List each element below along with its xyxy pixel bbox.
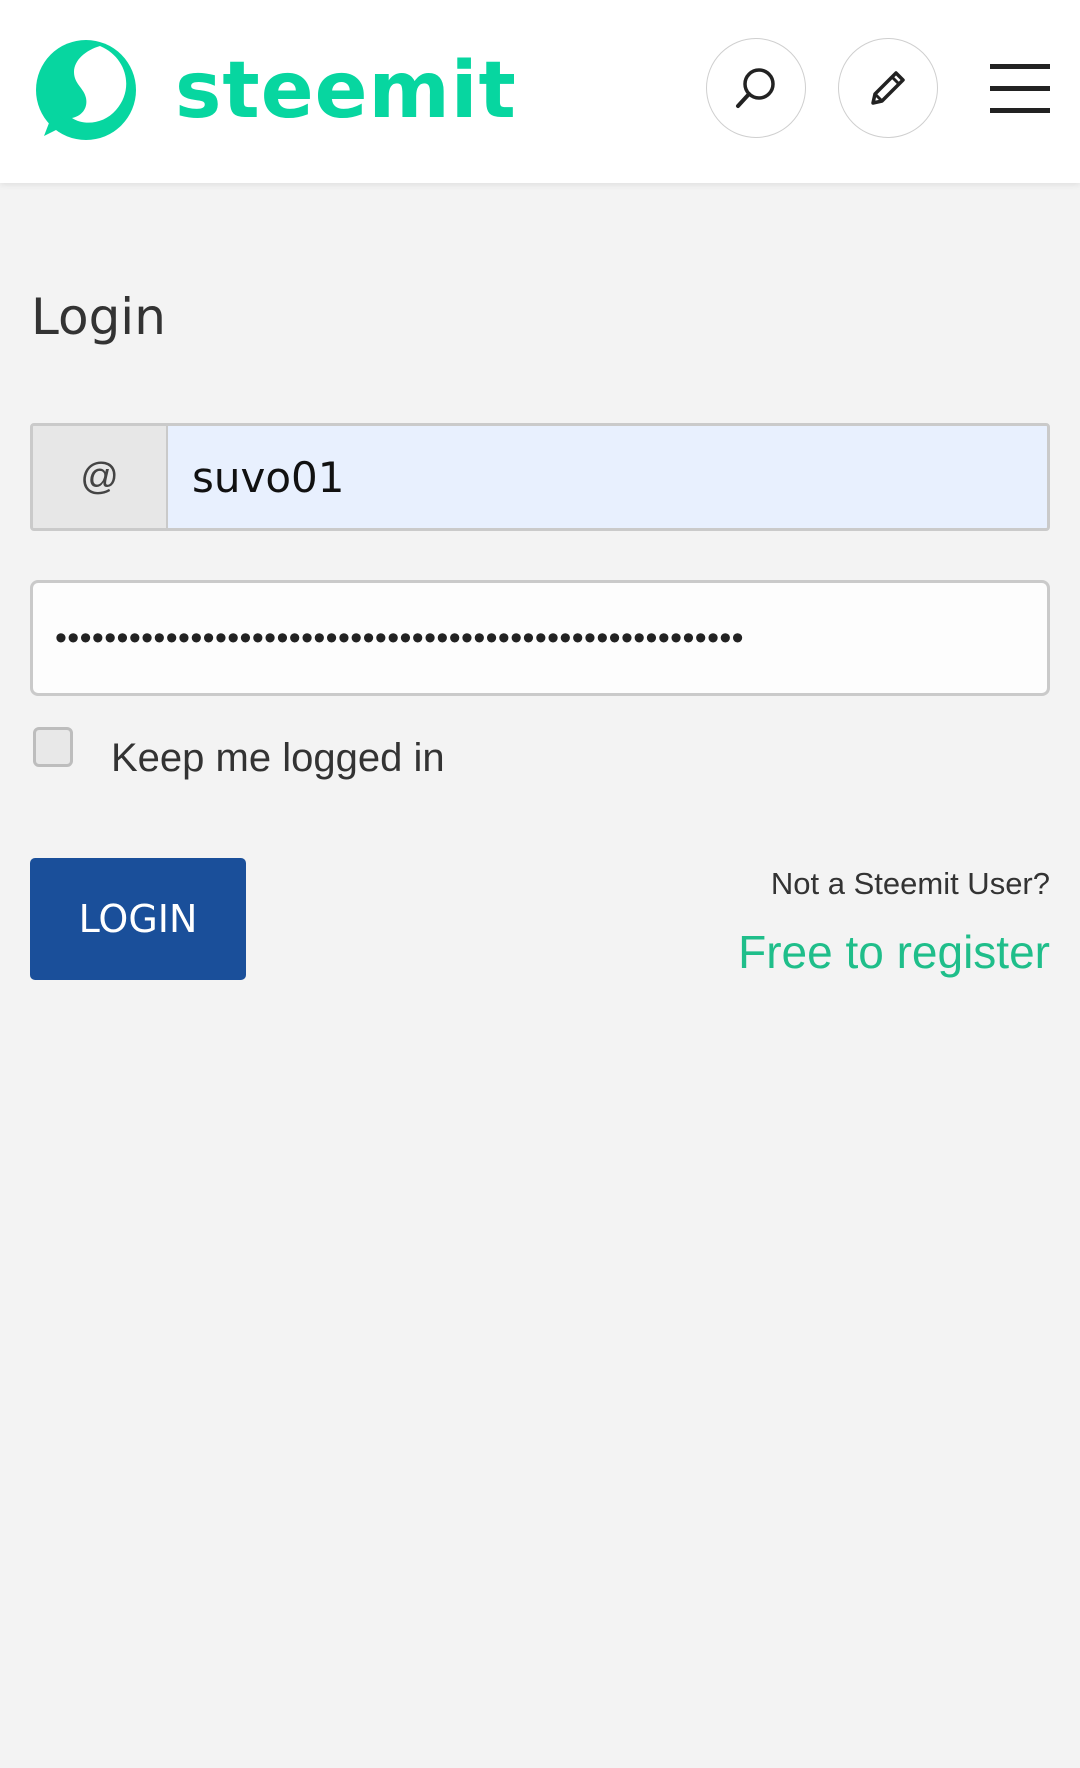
- page-title: Login: [31, 288, 166, 346]
- top-header: steemit: [0, 0, 1080, 183]
- logo-wordmark[interactable]: steemit: [175, 36, 517, 146]
- compose-post-button[interactable]: [838, 38, 938, 138]
- keep-logged-in-checkbox[interactable]: [33, 727, 73, 767]
- at-prefix-label: @: [33, 426, 168, 528]
- search-icon: [736, 68, 775, 108]
- keep-logged-in-label[interactable]: Keep me logged in: [111, 733, 445, 783]
- steemit-logo-icon[interactable]: [28, 32, 144, 148]
- register-prompt-text: Not a Steemit User?: [770, 866, 1050, 901]
- register-link[interactable]: Free to register: [738, 922, 1050, 982]
- username-field-group: @: [30, 423, 1050, 531]
- search-button[interactable]: [706, 38, 806, 138]
- hamburger-menu-icon[interactable]: [985, 55, 1051, 121]
- pencil-icon: [871, 71, 905, 105]
- username-input[interactable]: [168, 426, 1047, 528]
- password-input[interactable]: ••••••••••••••••••••••••••••••••••••••••…: [30, 580, 1050, 696]
- login-button[interactable]: LOGIN: [30, 858, 246, 980]
